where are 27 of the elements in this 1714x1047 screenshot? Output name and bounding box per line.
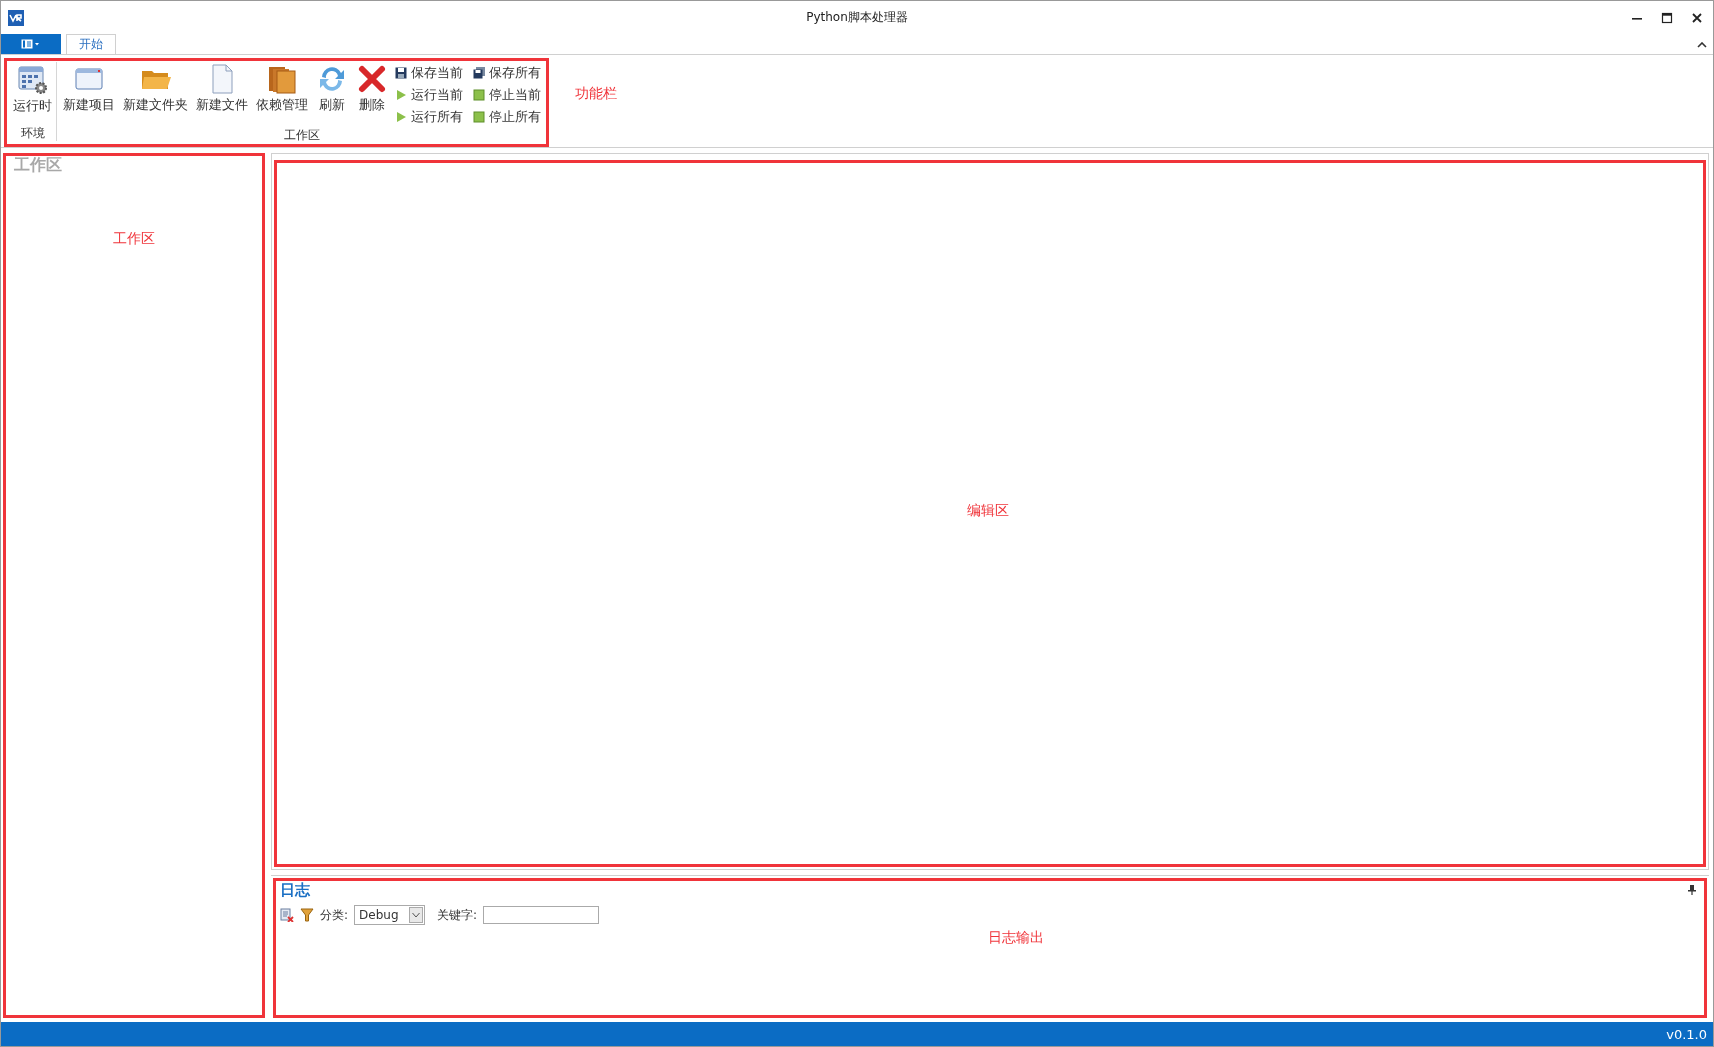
category-label: 分类: bbox=[320, 906, 349, 924]
panel-title: 日志 bbox=[280, 881, 310, 899]
window-title: Python脚本处理器 bbox=[805, 9, 909, 26]
annotation-label: 编辑区 bbox=[966, 501, 1009, 520]
ribbon-button[interactable]: 新建文件 bbox=[192, 61, 252, 128]
ribbon-button[interactable]: 运行所有 bbox=[392, 106, 466, 128]
ribbon-button[interactable]: 删除 bbox=[352, 61, 392, 128]
group-label: 工作区 bbox=[283, 128, 320, 143]
ribbon-button[interactable]: 保存当前 bbox=[392, 62, 466, 84]
annotation-label: 工作区 bbox=[113, 230, 155, 248]
keyword-label: 关键字: bbox=[437, 906, 478, 924]
annotation-label: 日志输出 bbox=[988, 929, 1044, 947]
annotation-label: 功能栏 bbox=[575, 85, 617, 103]
version-label: v0.1.0 bbox=[1666, 1026, 1707, 1042]
ribbon-button[interactable]: 运行时 bbox=[9, 62, 56, 126]
ribbon-button[interactable]: 停止所有 bbox=[470, 106, 544, 128]
group-label: 环境 bbox=[20, 126, 45, 141]
ribbon-button[interactable]: 保存所有 bbox=[470, 62, 544, 84]
category-dropdown[interactable]: Debug bbox=[354, 905, 426, 925]
panel-title: 工作区 bbox=[13, 156, 63, 174]
ribbon-button[interactable]: 停止当前 bbox=[470, 84, 544, 106]
ribbon-button[interactable]: 新建项目 bbox=[59, 61, 119, 128]
ribbon-button[interactable]: 刷新 bbox=[312, 61, 352, 128]
ribbon-button[interactable]: 新建文件夹 bbox=[119, 61, 192, 128]
ribbon-button[interactable]: 依赖管理 bbox=[252, 61, 312, 128]
ribbon-button[interactable]: 运行当前 bbox=[392, 84, 466, 106]
ribbon-tab[interactable]: 开始 bbox=[66, 34, 116, 54]
